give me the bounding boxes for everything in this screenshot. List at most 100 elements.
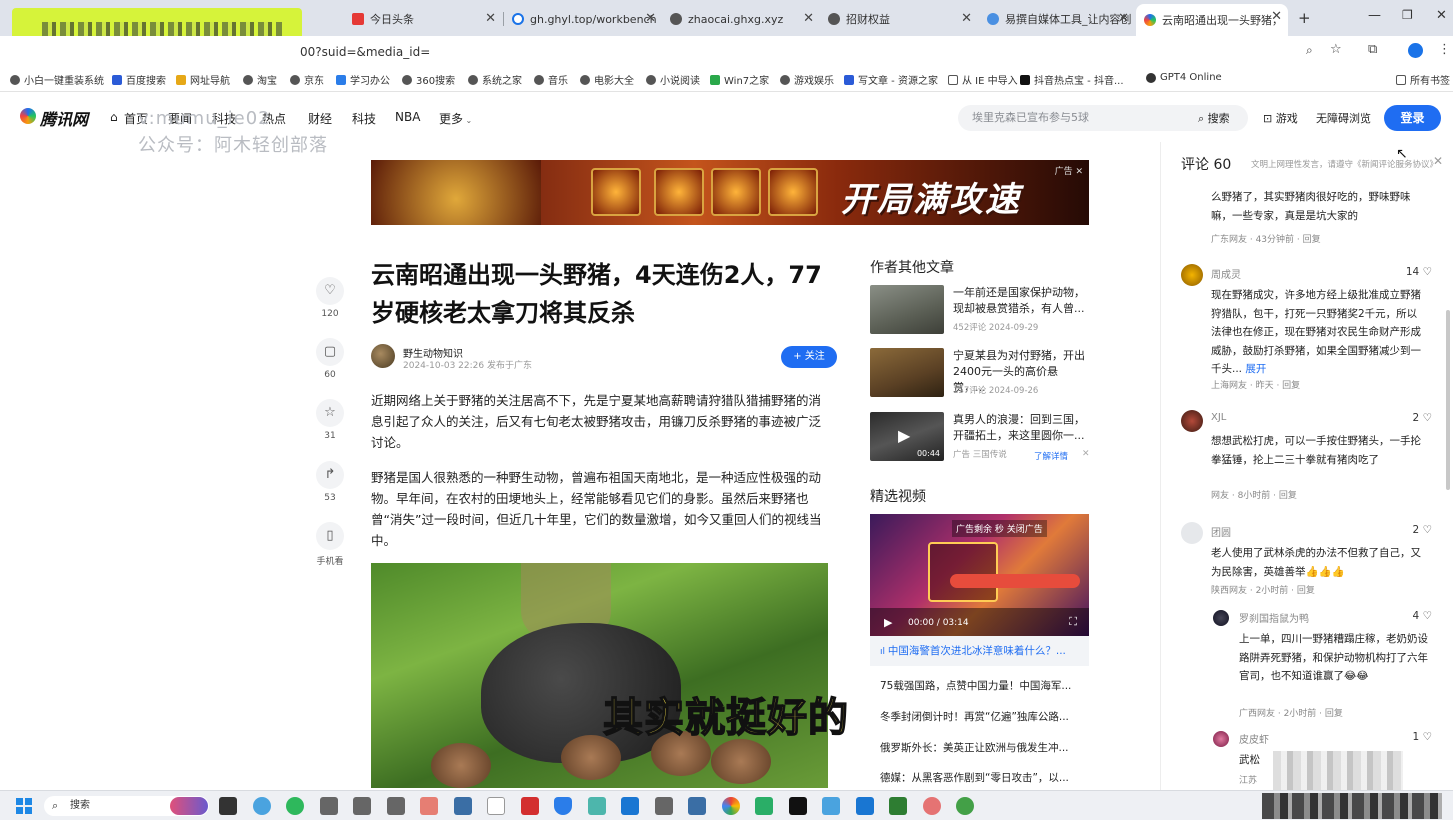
- comment-footer[interactable]: 上海网友 · 昨天 · 回复: [1211, 378, 1300, 391]
- comment-action[interactable]: ▢ 60: [312, 338, 348, 380]
- avatar[interactable]: [1181, 410, 1203, 432]
- video-list-item[interactable]: 德媒：从黑客恶作剧到“零日攻击”，以...: [880, 770, 1080, 785]
- comment-footer[interactable]: 江苏: [1239, 773, 1257, 786]
- bookmark-item[interactable]: 系统之家: [468, 72, 522, 87]
- bookmark-item[interactable]: 小说阅读: [646, 72, 700, 87]
- bookmark-item[interactable]: 京东: [290, 72, 324, 87]
- comment-footer[interactable]: 广西网友 · 2小时前 · 回复: [1239, 706, 1343, 719]
- extensions-icon[interactable]: ⧉: [1368, 42, 1377, 57]
- app-icon[interactable]: [353, 797, 371, 815]
- windows-start-icon[interactable]: [16, 807, 23, 814]
- file-icon[interactable]: [487, 797, 505, 815]
- close-window-icon[interactable]: ✕: [1436, 8, 1447, 23]
- close-ad-icon[interactable]: ✕: [1082, 449, 1090, 459]
- windows-start-icon[interactable]: [16, 798, 23, 805]
- app-icon[interactable]: [822, 797, 840, 815]
- all-bookmarks-folder[interactable]: 所有书签: [1396, 72, 1450, 87]
- expand-link[interactable]: 展开: [1245, 363, 1266, 375]
- favorite-action[interactable]: ☆ 31: [312, 399, 348, 441]
- accessibility-link[interactable]: 无障碍浏览: [1316, 110, 1371, 126]
- video-caption[interactable]: ıl 中国海警首次进北冰洋意味着什么？...: [870, 636, 1089, 666]
- app-icon[interactable]: [923, 797, 941, 815]
- bookmark-item[interactable]: 小白一键重装系统: [10, 72, 104, 87]
- close-tab-icon[interactable]: ✕: [1271, 9, 1282, 24]
- comment-like[interactable]: 4 ♡: [1413, 610, 1432, 622]
- app-icon[interactable]: [655, 797, 673, 815]
- nav-item-more[interactable]: 更多 ⌄: [439, 110, 472, 127]
- restore-window-icon[interactable]: ❐: [1402, 8, 1413, 22]
- learn-more-link[interactable]: 了解详情: [1034, 450, 1068, 462]
- wechat-icon[interactable]: [755, 797, 773, 815]
- avatar[interactable]: [1213, 610, 1229, 626]
- ad-article-item[interactable]: ▶ 00:44 真男人的浪漫：回到三国，开疆拓土，来这里圆你一... 广告 三国…: [870, 412, 1090, 464]
- comment-like[interactable]: 1 ♡: [1413, 731, 1432, 743]
- app-icon[interactable]: [621, 797, 639, 815]
- comment-author[interactable]: 皮皮虾: [1239, 731, 1269, 746]
- like-action[interactable]: ♡ 120: [312, 277, 348, 319]
- other-article-item[interactable]: 宁夏某县为对付野猪，开出2400元一头的高价悬赏，... 157评论 2024-…: [870, 348, 1090, 400]
- featured-video-player[interactable]: 广告剩余 秒 关闭广告 ▶ 00:00 / 03:14 ⛶: [870, 514, 1089, 636]
- comment-author[interactable]: 罗刹国指鼠为鸭: [1239, 610, 1309, 625]
- video-ad-countdown[interactable]: 广告剩余 秒 关闭广告: [952, 520, 1047, 537]
- app-icon[interactable]: [588, 797, 606, 815]
- comment-like[interactable]: 2 ♡: [1413, 524, 1432, 536]
- avatar[interactable]: [1181, 522, 1203, 544]
- app-icon[interactable]: [956, 797, 974, 815]
- comment-author[interactable]: 周成灵: [1211, 266, 1241, 281]
- tab-yizhuan[interactable]: 易撰自媒体工具_让内容创 ✕: [987, 6, 1135, 32]
- tab-active-article[interactable]: 云南昭通出现一头野猪， ✕: [1136, 4, 1288, 36]
- app-icon[interactable]: [253, 797, 271, 815]
- comment-footer[interactable]: 陕西网友 · 2小时前 · 回复: [1211, 583, 1315, 596]
- bookmark-item[interactable]: 游戏娱乐: [780, 72, 834, 87]
- app-icon[interactable]: [387, 797, 405, 815]
- profile-avatar-icon[interactable]: [1408, 43, 1423, 58]
- close-tab-icon[interactable]: ✕: [645, 11, 656, 26]
- url-input[interactable]: 00?suid=&media_id=: [300, 41, 1340, 63]
- comment-like[interactable]: 14 ♡: [1406, 266, 1432, 278]
- close-comments-icon[interactable]: ✕: [1433, 154, 1443, 168]
- fullscreen-icon[interactable]: ⛶: [1069, 615, 1077, 629]
- author-avatar[interactable]: [371, 344, 395, 368]
- ad-banner[interactable]: 开局满攻速 广告 ✕: [371, 160, 1089, 225]
- bookmark-item[interactable]: 百度搜索: [112, 72, 166, 87]
- task-view-icon[interactable]: [219, 797, 237, 815]
- app-icon[interactable]: [856, 797, 874, 815]
- bookmark-star-icon[interactable]: ☆: [1330, 42, 1342, 57]
- windows-start-icon[interactable]: [25, 807, 32, 814]
- bookmark-item[interactable]: 写文章 - 资源之家: [844, 72, 938, 87]
- nav-item-nba[interactable]: NBA: [395, 110, 420, 124]
- bookmark-item[interactable]: 音乐: [534, 72, 568, 87]
- share-action[interactable]: ↱ 53: [312, 461, 348, 503]
- text-editor-icon[interactable]: [420, 797, 438, 815]
- video-list-item[interactable]: 75载强国路，点赞中国力量！中国海军...: [880, 678, 1080, 693]
- bookmark-item[interactable]: 抖音热点宝 - 抖音...: [1020, 72, 1124, 87]
- site-logo[interactable]: 腾讯网: [40, 106, 88, 130]
- login-button[interactable]: 登录: [1384, 105, 1441, 131]
- avatar[interactable]: [1213, 731, 1229, 747]
- wps-icon[interactable]: [521, 797, 539, 815]
- avatar[interactable]: [1181, 264, 1203, 286]
- follow-button[interactable]: + 关注: [781, 346, 837, 368]
- home-icon[interactable]: ⌂: [110, 110, 118, 124]
- bookmark-item[interactable]: GPT4 Online: [1146, 72, 1222, 83]
- capcut-icon[interactable]: [789, 797, 807, 815]
- search-button[interactable]: ⌕ 搜索: [1198, 110, 1230, 126]
- tab-toutiao[interactable]: 今日头条 ✕: [352, 6, 502, 32]
- app-icon[interactable]: [889, 797, 907, 815]
- play-icon[interactable]: ▶: [884, 616, 892, 629]
- comment-footer[interactable]: 广东网友 · 43分钟前 · 回复: [1211, 232, 1321, 245]
- comment-author[interactable]: 团圆: [1211, 524, 1231, 539]
- chrome-icon[interactable]: [722, 797, 740, 815]
- close-tab-icon[interactable]: ✕: [1118, 11, 1129, 26]
- other-article-item[interactable]: 一年前还是国家保护动物，现却被悬赏猎杀，有人曾... 452评论 2024-09…: [870, 285, 1090, 337]
- tab-zhaocai-quanyi[interactable]: 招财权益 ✕: [828, 6, 978, 32]
- tab-workbench[interactable]: gh.ghyl.top/workbench ✕: [512, 6, 662, 32]
- minimize-window-icon[interactable]: —: [1368, 8, 1381, 23]
- bookmark-item[interactable]: 学习办公: [336, 72, 390, 87]
- tab-zhaocai[interactable]: zhaocai.ghxg.xyz ✕: [670, 6, 820, 32]
- video-list-item[interactable]: 俄罗斯外长：美英正让欧洲与俄发生冲...: [880, 740, 1080, 755]
- bookmark-item[interactable]: 电影大全: [580, 72, 634, 87]
- close-tab-icon[interactable]: ✕: [961, 11, 972, 26]
- comments-scrollbar[interactable]: [1446, 310, 1450, 490]
- bookmark-item[interactable]: 淘宝: [243, 72, 277, 87]
